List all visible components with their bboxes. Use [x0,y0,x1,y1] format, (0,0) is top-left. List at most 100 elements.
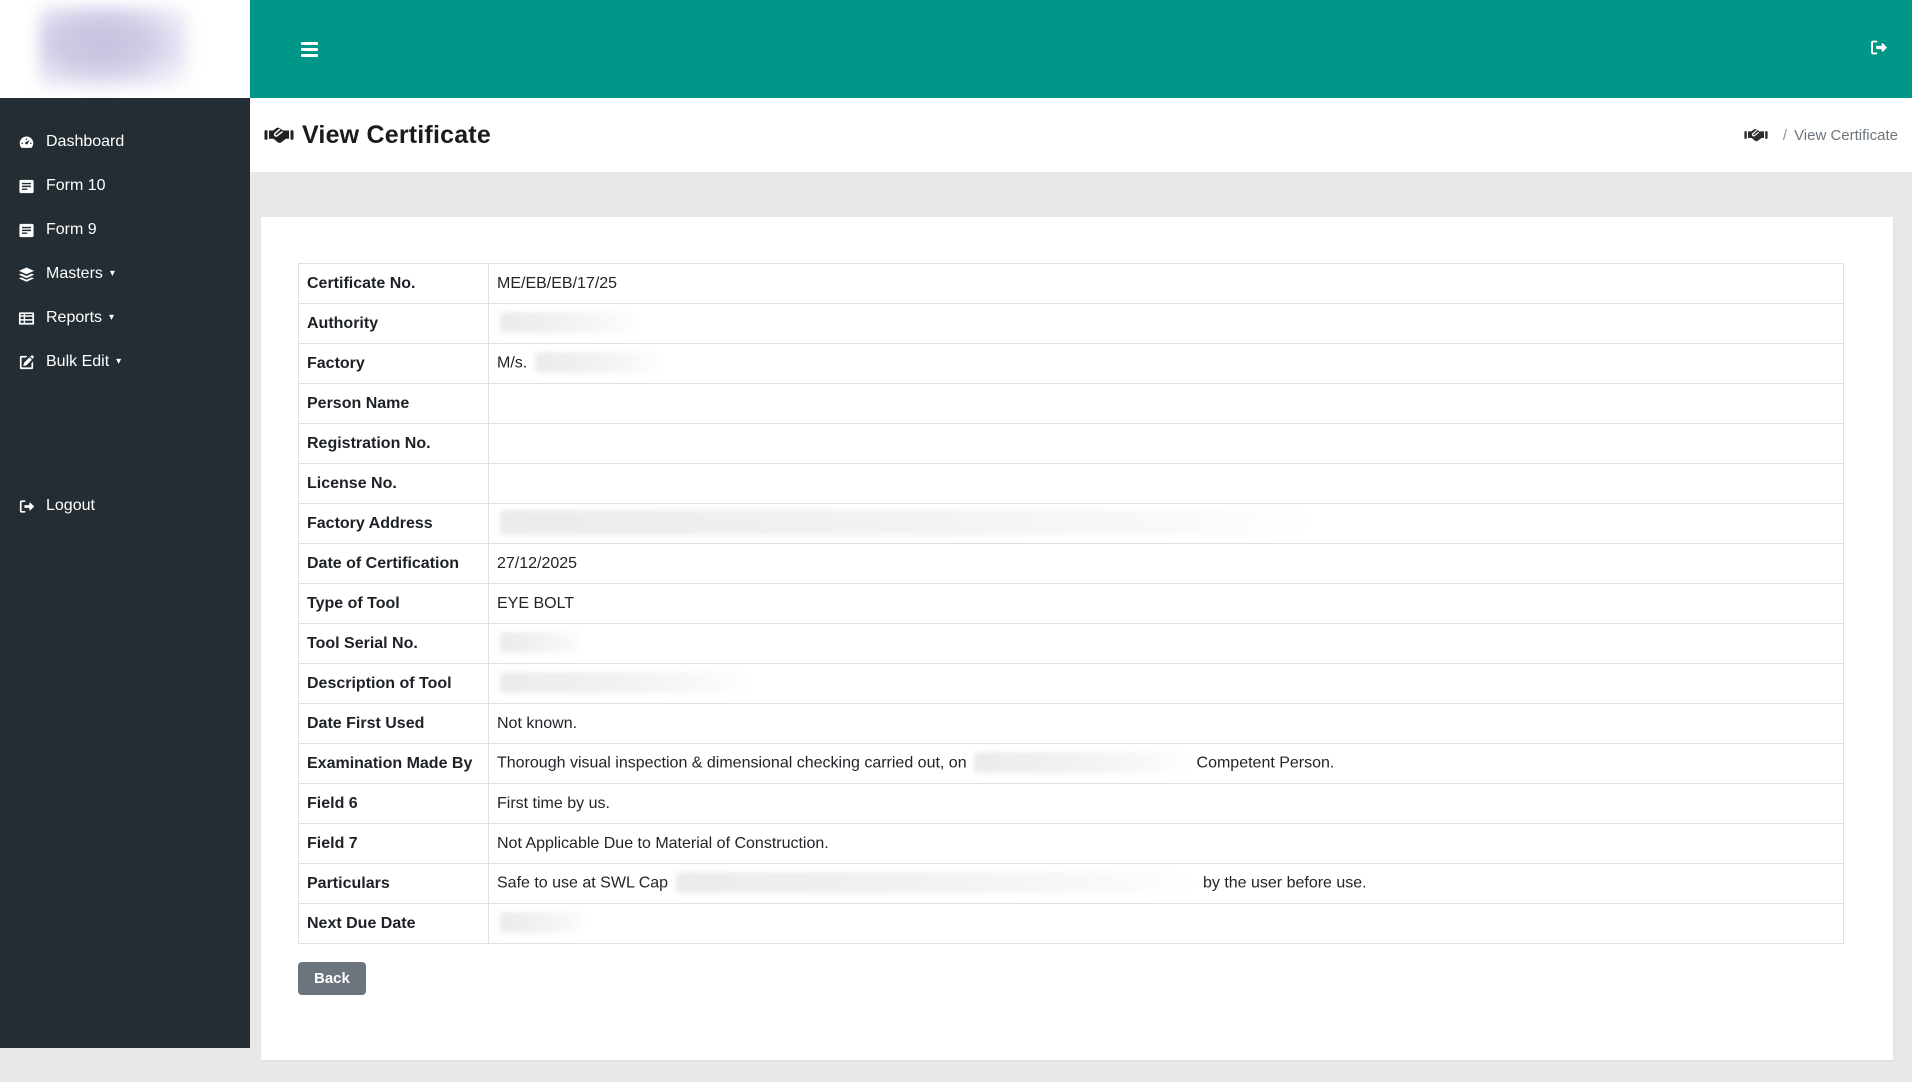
handshake-icon[interactable] [1744,127,1768,143]
menu-toggle-button[interactable] [295,36,324,63]
field-value [488,663,1844,704]
field-label: Tool Serial No. [298,623,489,664]
redacted-value [500,510,1310,535]
table-row: Next Due Date [298,903,1844,944]
table-row: Particulars Safe to use at SWL Cap by the… [298,863,1844,904]
table-row: Certificate No. ME/EB/EB/17/25 [298,263,1844,304]
field-value [488,463,1844,504]
sidebar-item-masters[interactable]: Masters ▾ [0,252,250,296]
page-title-text: View Certificate [302,120,491,149]
sidebar-item-dashboard[interactable]: Dashboard [0,120,250,164]
field-label: Certificate No. [298,263,489,304]
certificate-card: Certificate No. ME/EB/EB/17/25 Authority … [261,217,1893,1060]
field-value-text: Thorough visual inspection & dimensional… [497,754,967,772]
breadcrumb: / View Certificate [1744,127,1898,144]
page-title: View Certificate [264,121,491,150]
chevron-down-icon: ▾ [109,312,115,323]
breadcrumb-current: View Certificate [1794,126,1898,144]
table-row: Type of Tool EYE BOLT [298,583,1844,624]
field-value-text: First time by us. [497,794,610,812]
redacted-value [500,672,750,693]
table-row: Date of Certification 27/12/2025 [298,543,1844,584]
topbar-signout-button[interactable] [1869,38,1888,60]
table-row: Authority [298,303,1844,344]
field-value [488,423,1844,464]
field-value-text: Not Applicable Due to Material of Constr… [497,834,829,852]
chevron-down-icon: ▾ [109,268,115,279]
field-label: Particulars [298,863,489,904]
chevron-down-icon: ▾ [116,356,122,367]
field-label: License No. [298,463,489,504]
sign-out-icon [16,498,36,515]
field-value-text: ME/EB/EB/17/25 [497,274,618,292]
field-label: Registration No. [298,423,489,464]
field-label: Examination Made By [298,743,489,784]
field-value: ME/EB/EB/17/25 [488,263,1844,304]
field-value [488,383,1844,424]
sidebar-nav: Dashboard Form 10 Form 9 Masters ▾ Reports ▾ Bu… [0,98,250,384]
topbar [250,0,1912,98]
logo-image-blurred [38,6,188,88]
sidebar-item-label: Dashboard [46,133,125,150]
breadcrumb-separator: / [1782,126,1788,144]
field-label: Person Name [298,383,489,424]
redacted-value [500,912,585,933]
field-value: M/s. [488,343,1844,384]
form-icon [16,222,36,239]
table-row: Examination Made By Thorough visual inspe… [298,743,1844,784]
field-value: Not known. [488,703,1844,744]
field-value-text: EYE BOLT [497,594,575,612]
table-row: Field 7 Not Applicable Due to Material of… [298,823,1844,864]
sidebar-item-label: Logout [46,497,95,514]
field-label: Factory Address [298,503,489,544]
sidebar-item-bulk-edit[interactable]: Bulk Edit ▾ [0,340,250,384]
field-value [488,623,1844,664]
field-value: Not Applicable Due to Material of Constr… [488,823,1844,864]
redacted-value [500,632,583,653]
field-value-text: Competent Person. [1196,754,1335,772]
table-row: Factory M/s. [298,343,1844,384]
field-value: First time by us. [488,783,1844,824]
field-label: Type of Tool [298,583,489,624]
redacted-value [500,312,638,333]
content: Certificate No. ME/EB/EB/17/25 Authority … [250,172,1912,1082]
sidebar-item-label: Reports [46,309,103,326]
sign-out-icon [1869,38,1888,60]
redacted-value [534,352,660,373]
table-row: Person Name [298,383,1844,424]
sidebar-item-form-10[interactable]: Form 10 [0,164,250,208]
sidebar-item-reports[interactable]: Reports ▾ [0,296,250,340]
field-value-text: 27/12/2025 [497,554,578,572]
layers-icon [16,266,36,283]
app-logo[interactable] [0,0,250,98]
table-row: Factory Address [298,503,1844,544]
field-value-text: Safe to use at SWL Cap [497,874,669,892]
certificate-table: Certificate No. ME/EB/EB/17/25 Authority … [298,263,1844,944]
field-value [488,303,1844,344]
gauge-icon [16,134,36,151]
redacted-value [974,752,1190,773]
table-row: Registration No. [298,423,1844,464]
field-value: Thorough visual inspection & dimensional… [488,743,1844,784]
back-button[interactable]: Back [298,962,366,995]
field-value-text: M/s. [497,354,532,372]
field-label: Field 6 [298,783,489,824]
field-value [488,503,1844,544]
sidebar-item-label: Form 10 [46,177,106,194]
field-label: Date of Certification [298,543,489,584]
field-value: Safe to use at SWL Cap by the user befor… [488,863,1844,904]
sidebar-item-form-9[interactable]: Form 9 [0,208,250,252]
field-label: Field 7 [298,823,489,864]
table-row: Tool Serial No. [298,623,1844,664]
field-label: Next Due Date [298,903,489,944]
field-label: Factory [298,343,489,384]
hamburger-icon [301,41,318,45]
sidebar-item-label: Bulk Edit [46,353,110,370]
field-value [488,903,1844,944]
field-value: 27/12/2025 [488,543,1844,584]
field-label: Description of Tool [298,663,489,704]
sidebar-item-label: Form 9 [46,221,97,238]
table-row: Date First Used Not known. [298,703,1844,744]
field-value-text: by the user before use. [1202,874,1367,892]
sidebar-item-logout[interactable]: Logout [0,484,250,528]
